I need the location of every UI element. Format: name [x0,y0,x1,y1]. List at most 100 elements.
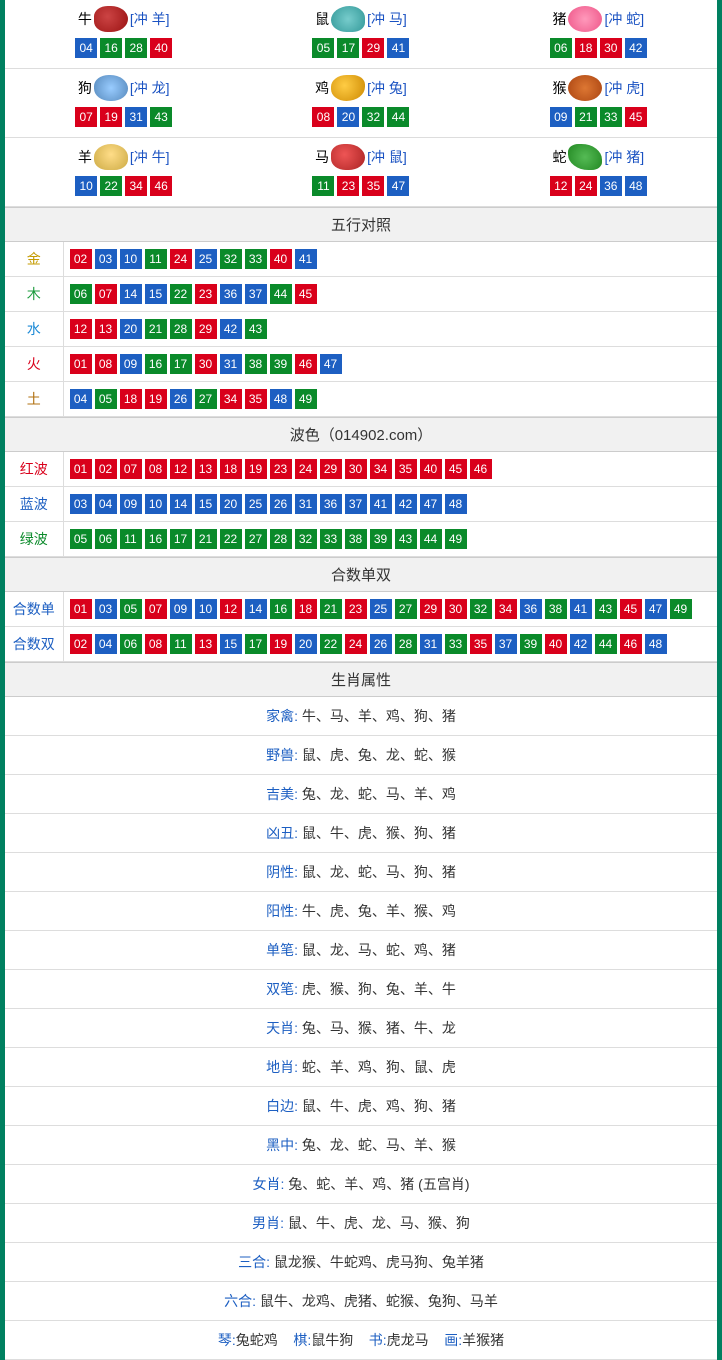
section-header-heshu: 合数单双 [5,557,717,592]
zodiac-cell-header: 蛇[冲 猪] [480,144,717,170]
number-ball: 29 [195,319,217,339]
attr-row: 吉美: 兔、龙、蛇、马、羊、鸡 [5,775,717,814]
zodiac-cell: 猪[冲 蛇]06183042 [480,0,717,69]
row-numbers: 0103050709101214161821232527293032343638… [63,592,717,627]
number-ball: 26 [170,389,192,409]
number-ball: 14 [170,494,192,514]
attr-key: 棋: [293,1332,311,1348]
attr-row: 女肖: 兔、蛇、羊、鸡、猪 (五宫肖) [5,1165,717,1204]
number-ball: 09 [120,494,142,514]
number-ball: 08 [95,354,117,374]
number-ball: 04 [75,38,97,58]
number-ball: 07 [145,599,167,619]
number-ball: 31 [420,634,442,654]
number-ball: 13 [95,319,117,339]
attr-value: 鼠牛狗 [311,1332,353,1348]
number-ball: 43 [245,319,267,339]
number-ball: 06 [70,284,92,304]
zi-snake-icon [568,144,602,170]
number-ball: 39 [270,354,292,374]
attr-value: 兔蛇鸡 [236,1332,278,1348]
number-ball: 44 [270,284,292,304]
number-ball: 21 [575,107,597,127]
number-ball: 48 [645,634,667,654]
number-ball: 35 [395,459,417,479]
zodiac-name: 鼠 [315,9,329,29]
bose-table: 红波0102070812131819232429303435404546蓝波03… [5,452,717,557]
number-ball: 30 [600,38,622,58]
attr-key: 阳性: [266,903,298,919]
row-label: 合数双 [5,627,63,662]
zodiac-cell-header: 牛[冲 羊] [5,6,242,32]
number-ball: 31 [125,107,147,127]
number-ball: 36 [600,176,622,196]
number-ball: 43 [395,529,417,549]
number-ball: 20 [337,107,359,127]
number-ball: 18 [220,459,242,479]
number-ball: 29 [420,599,442,619]
section-header-wuxing: 五行对照 [5,207,717,242]
attr-key: 女肖: [253,1176,285,1192]
number-ball: 04 [95,634,117,654]
number-ball: 20 [120,319,142,339]
zodiac-cell: 狗[冲 龙]07193143 [5,69,242,138]
zodiac-conflict: [冲 猪] [604,147,644,167]
number-ball: 19 [270,634,292,654]
zodiac-number-row: 08203244 [242,107,479,127]
number-ball: 07 [95,284,117,304]
number-ball: 33 [600,107,622,127]
attr-value: 兔、马、猴、猪、牛、龙 [298,1020,456,1036]
number-ball: 45 [620,599,642,619]
number-ball: 34 [125,176,147,196]
zi-rooster-icon [331,75,365,101]
number-ball: 17 [170,529,192,549]
attr-row: 双笔: 虎、猴、狗、兔、羊、牛 [5,970,717,1009]
number-ball: 28 [270,529,292,549]
zodiac-number-row: 04162840 [5,38,242,58]
table-row: 木06071415222336374445 [5,277,717,312]
table-row: 火0108091617303138394647 [5,347,717,382]
zi-horse-icon [331,144,365,170]
section-header-attrs: 生肖属性 [5,662,717,697]
attr-value: 鼠、牛、虎、鸡、狗、猪 [298,1098,456,1114]
number-ball: 33 [245,249,267,269]
number-ball: 08 [145,634,167,654]
number-ball: 24 [170,249,192,269]
zodiac-cell-header: 马[冲 鼠] [242,144,479,170]
zi-pig-icon [568,6,602,32]
number-ball: 42 [570,634,592,654]
number-ball: 01 [70,354,92,374]
number-ball: 39 [370,529,392,549]
zi-goat-icon [94,144,128,170]
zi-monkey-icon [568,75,602,101]
attr-row: 家禽: 牛、马、羊、鸡、狗、猪 [5,697,717,736]
number-ball: 38 [545,599,567,619]
number-ball: 18 [120,389,142,409]
attr-value: 鼠、牛、虎、猴、狗、猪 [298,825,456,841]
attr-key: 六合: [224,1293,256,1309]
zodiac-conflict: [冲 龙] [130,78,170,98]
number-ball: 23 [195,284,217,304]
attr-key: 三合: [238,1254,270,1270]
zodiac-cell-header: 鸡[冲 兔] [242,75,479,101]
attr-row: 六合: 鼠牛、龙鸡、虎猪、蛇猴、兔狗、马羊 [5,1282,717,1321]
number-ball: 34 [220,389,242,409]
number-ball: 37 [345,494,367,514]
number-ball: 36 [220,284,242,304]
number-ball: 16 [145,529,167,549]
number-ball: 21 [195,529,217,549]
number-ball: 05 [95,389,117,409]
number-ball: 43 [595,599,617,619]
number-ball: 09 [550,107,572,127]
number-ball: 26 [270,494,292,514]
number-ball: 04 [95,494,117,514]
row-label: 绿波 [5,522,63,557]
number-ball: 24 [345,634,367,654]
number-ball: 26 [370,634,392,654]
number-ball: 16 [100,38,122,58]
number-ball: 11 [170,634,192,654]
number-ball: 40 [150,38,172,58]
number-ball: 10 [120,249,142,269]
attr-row: 单笔: 鼠、龙、马、蛇、鸡、猪 [5,931,717,970]
zodiac-name: 鸡 [315,78,329,98]
